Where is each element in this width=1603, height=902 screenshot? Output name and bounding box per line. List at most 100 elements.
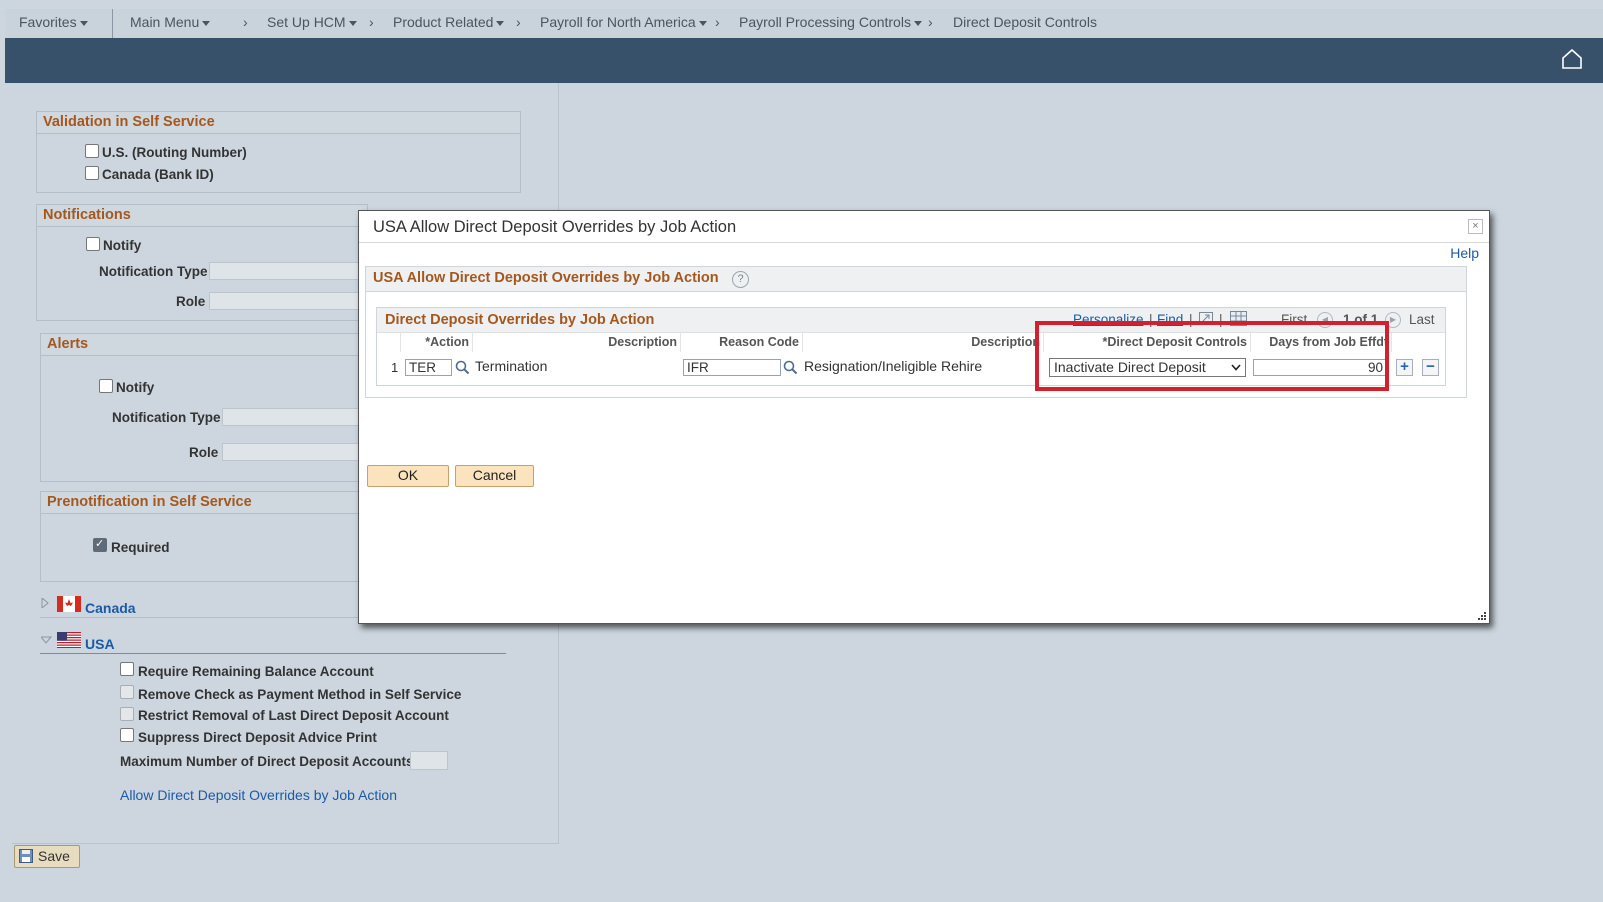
- reason-description: Resignation/Ineligible Rehire: [804, 358, 983, 374]
- breadcrumb-separator-icon: ›: [928, 14, 933, 30]
- max-accounts-field[interactable]: [410, 751, 448, 770]
- header-banner: [5, 38, 1603, 83]
- allow-overrides-link[interactable]: Allow Direct Deposit Overrides by Job Ac…: [120, 787, 397, 803]
- chevron-down-icon: [348, 20, 357, 26]
- notify-label: Notify: [103, 238, 142, 253]
- save-disk-icon: [19, 849, 33, 863]
- alert-notification-type-label: Notification Type: [112, 410, 221, 425]
- reason-code-input[interactable]: IFR: [683, 359, 781, 376]
- role-label: Role: [176, 294, 206, 309]
- action-header: *Action: [401, 333, 473, 352]
- remove-check-label: Remove Check as Payment Method in Self S…: [138, 687, 462, 702]
- alert-notify-label: Notify: [116, 380, 155, 395]
- main-menu[interactable]: Main Menu: [130, 14, 211, 30]
- restrict-removal-checkbox[interactable]: [120, 707, 134, 721]
- cancel-button[interactable]: Cancel: [455, 465, 534, 487]
- crumb-label: Payroll for North America: [540, 14, 696, 30]
- remove-check-checkbox[interactable]: [120, 685, 134, 699]
- alert-notification-type-field[interactable]: [222, 408, 361, 426]
- us-routing-checkbox[interactable]: [85, 144, 99, 158]
- us-routing-label: U.S. (Routing Number): [102, 145, 247, 160]
- last-link[interactable]: Last: [1409, 312, 1435, 327]
- require-remaining-label: Require Remaining Balance Account: [138, 664, 374, 679]
- notification-type-label: Notification Type: [99, 264, 208, 279]
- chevron-down-icon: [913, 20, 922, 26]
- reason-code-header: Reason Code: [681, 333, 803, 352]
- save-button[interactable]: Save: [14, 845, 80, 868]
- suppress-advice-label: Suppress Direct Deposit Advice Print: [138, 730, 377, 745]
- chevron-down-icon: [202, 20, 211, 26]
- breadcrumb-separator-icon: ›: [369, 14, 374, 30]
- grid-title: Direct Deposit Overrides by Job Action: [385, 312, 655, 328]
- notify-checkbox[interactable]: [86, 237, 100, 251]
- canada-section-link[interactable]: Canada: [85, 600, 136, 616]
- nav-divider: [112, 9, 113, 38]
- max-accounts-label: Maximum Number of Direct Deposit Account…: [120, 754, 414, 769]
- notifications-title: Notifications: [37, 205, 367, 227]
- top-nav: Favorites Main Menu › Set Up HCM › Produ…: [5, 9, 1603, 39]
- prenote-required-checkbox[interactable]: [93, 537, 107, 552]
- add-row-icon[interactable]: +: [1396, 359, 1413, 376]
- row-number: 1: [391, 360, 399, 375]
- overrides-modal: USA Allow Direct Deposit Overrides by Jo…: [358, 210, 1490, 624]
- validation-title: Validation in Self Service: [37, 112, 520, 134]
- breadcrumb-separator-icon: ›: [715, 14, 720, 30]
- usa-flag-icon: [57, 632, 81, 648]
- divider: [359, 242, 1489, 243]
- collapse-triangle-icon[interactable]: [41, 636, 52, 644]
- resize-handle-icon[interactable]: [1477, 611, 1487, 621]
- alert-role-label: Role: [189, 445, 219, 460]
- reason-description-header: Description: [803, 333, 1044, 352]
- question-help-icon[interactable]: ?: [732, 271, 749, 288]
- breadcrumb-separator-icon: ›: [243, 14, 248, 30]
- expand-triangle-icon[interactable]: [41, 598, 49, 608]
- chevron-down-icon: [496, 20, 505, 26]
- restrict-removal-label: Restrict Removal of Last Direct Deposit …: [138, 708, 449, 723]
- description-header: Description: [473, 333, 681, 352]
- breadcrumb-product-related[interactable]: Product Related: [393, 14, 505, 30]
- highlight-box: [1035, 321, 1389, 391]
- chevron-down-icon: [698, 20, 707, 26]
- prenote-required-label: Required: [111, 540, 170, 555]
- action-input[interactable]: TER: [405, 359, 452, 376]
- alerts-title: Alerts: [41, 334, 366, 356]
- save-label: Save: [38, 848, 70, 864]
- breadcrumb-separator-icon: ›: [516, 14, 521, 30]
- suppress-advice-checkbox[interactable]: [120, 728, 134, 742]
- divider: [40, 653, 506, 654]
- section-title: USA Allow Direct Deposit Overrides by Jo…: [373, 270, 719, 286]
- notification-type-field[interactable]: [209, 262, 361, 280]
- close-icon[interactable]: ×: [1468, 219, 1483, 234]
- canada-bank-checkbox[interactable]: [85, 166, 99, 180]
- section-header: USA Allow Direct Deposit Overrides by Jo…: [366, 267, 1466, 292]
- breadcrumb-set-up-hcm[interactable]: Set Up HCM: [267, 14, 357, 30]
- prenote-title: Prenotification in Self Service: [41, 492, 366, 514]
- modal-title: USA Allow Direct Deposit Overrides by Jo…: [373, 218, 737, 236]
- row-number-header: [377, 333, 401, 352]
- canada-flag-icon: [57, 596, 81, 612]
- crumb-label: Payroll Processing Controls: [739, 14, 911, 30]
- chevron-down-icon: [79, 20, 88, 26]
- prenote-group: Prenotification in Self Service: [40, 491, 367, 582]
- ok-button[interactable]: OK: [367, 465, 449, 487]
- breadcrumb-payroll-controls[interactable]: Payroll Processing Controls: [739, 14, 922, 30]
- delete-row-icon[interactable]: −: [1422, 359, 1439, 376]
- alert-role-field[interactable]: [222, 443, 361, 461]
- favorites-label: Favorites: [19, 14, 77, 30]
- favorites-menu[interactable]: Favorites: [19, 14, 88, 30]
- action-lookup-search-icon[interactable]: [455, 360, 470, 375]
- help-link[interactable]: Help: [1450, 245, 1479, 261]
- crumb-label: Set Up HCM: [267, 14, 346, 30]
- action-description: Termination: [475, 358, 548, 374]
- canada-bank-label: Canada (Bank ID): [102, 167, 214, 182]
- breadcrumb-payroll-na[interactable]: Payroll for North America: [540, 14, 707, 30]
- require-remaining-checkbox[interactable]: [120, 662, 134, 676]
- alert-notify-checkbox[interactable]: [99, 379, 113, 393]
- main-menu-label: Main Menu: [130, 14, 200, 30]
- home-icon[interactable]: [1561, 48, 1583, 70]
- breadcrumb-current: Direct Deposit Controls: [953, 14, 1097, 30]
- usa-section-link[interactable]: USA: [85, 636, 115, 652]
- role-field[interactable]: [209, 292, 361, 310]
- crumb-label: Product Related: [393, 14, 494, 30]
- reason-lookup-search-icon[interactable]: [783, 360, 798, 375]
